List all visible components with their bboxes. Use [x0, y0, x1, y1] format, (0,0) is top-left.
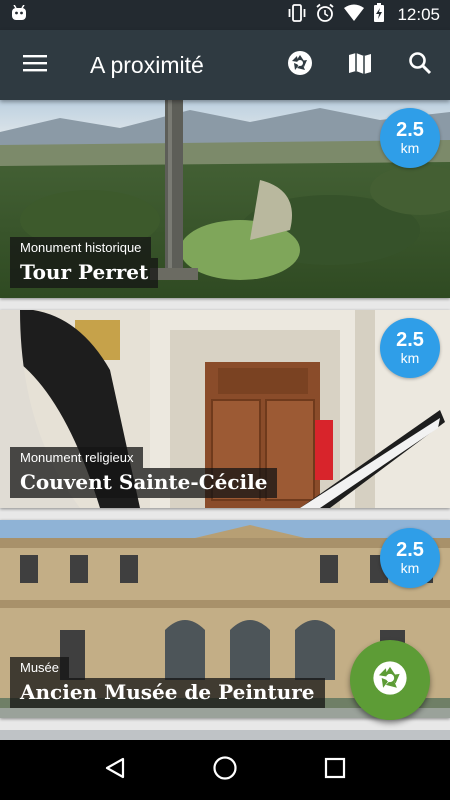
wifi-icon — [343, 4, 365, 26]
distance-badge: 2.5 km — [380, 108, 440, 168]
distance-badge: 2.5 km — [380, 528, 440, 588]
back-button[interactable] — [85, 740, 145, 800]
navigation-bar — [0, 740, 450, 800]
distance-unit: km — [400, 560, 420, 576]
place-label: Monument religieux Couvent Sainte-Cécile — [10, 447, 278, 498]
camera-aperture-icon — [372, 660, 408, 700]
distance-value: 2.5 — [396, 539, 424, 561]
back-icon — [103, 756, 127, 784]
battery-charging-icon — [373, 3, 385, 27]
app-bar: A proximité — [0, 30, 450, 100]
vibrate-icon — [287, 4, 307, 26]
place-card-partial[interactable] — [0, 730, 450, 740]
camera-aperture-icon — [287, 50, 313, 80]
android-icon — [10, 4, 28, 25]
place-label: Musée Ancien Musée de Peinture — [10, 657, 325, 708]
search-button[interactable] — [390, 30, 450, 100]
distance-value: 2.5 — [396, 329, 424, 351]
map-icon — [348, 51, 372, 79]
place-label: Monument historique Tour Perret — [10, 237, 159, 288]
place-card[interactable]: 2.5 km Monument historique Tour Perret — [0, 100, 450, 298]
page-title: A proximité — [90, 51, 204, 78]
place-name: Ancien Musée de Peinture — [10, 678, 325, 708]
place-name: Tour Perret — [10, 258, 159, 288]
recents-icon — [324, 757, 346, 783]
status-bar: 12:05 — [0, 0, 450, 30]
search-icon — [408, 51, 432, 79]
alarm-icon — [315, 3, 335, 27]
status-time: 12:05 — [397, 5, 440, 24]
place-card[interactable]: 2.5 km Monument religieux Couvent Sainte… — [0, 310, 450, 508]
home-icon — [212, 755, 238, 785]
distance-unit: km — [400, 350, 420, 366]
place-category: Monument religieux — [10, 447, 144, 468]
camera-fab[interactable] — [350, 640, 430, 720]
distance-badge: 2.5 km — [380, 318, 440, 378]
hamburger-menu-icon — [23, 54, 47, 76]
distance-unit: km — [400, 140, 420, 156]
recents-button[interactable] — [305, 740, 365, 800]
place-category: Monument historique — [10, 237, 152, 258]
place-category: Musée — [10, 657, 70, 678]
camera-button[interactable] — [270, 30, 330, 100]
menu-button[interactable] — [0, 30, 70, 100]
distance-value: 2.5 — [396, 119, 424, 141]
place-name: Couvent Sainte-Cécile — [10, 468, 278, 498]
map-button[interactable] — [330, 30, 390, 100]
home-button[interactable] — [195, 740, 255, 800]
